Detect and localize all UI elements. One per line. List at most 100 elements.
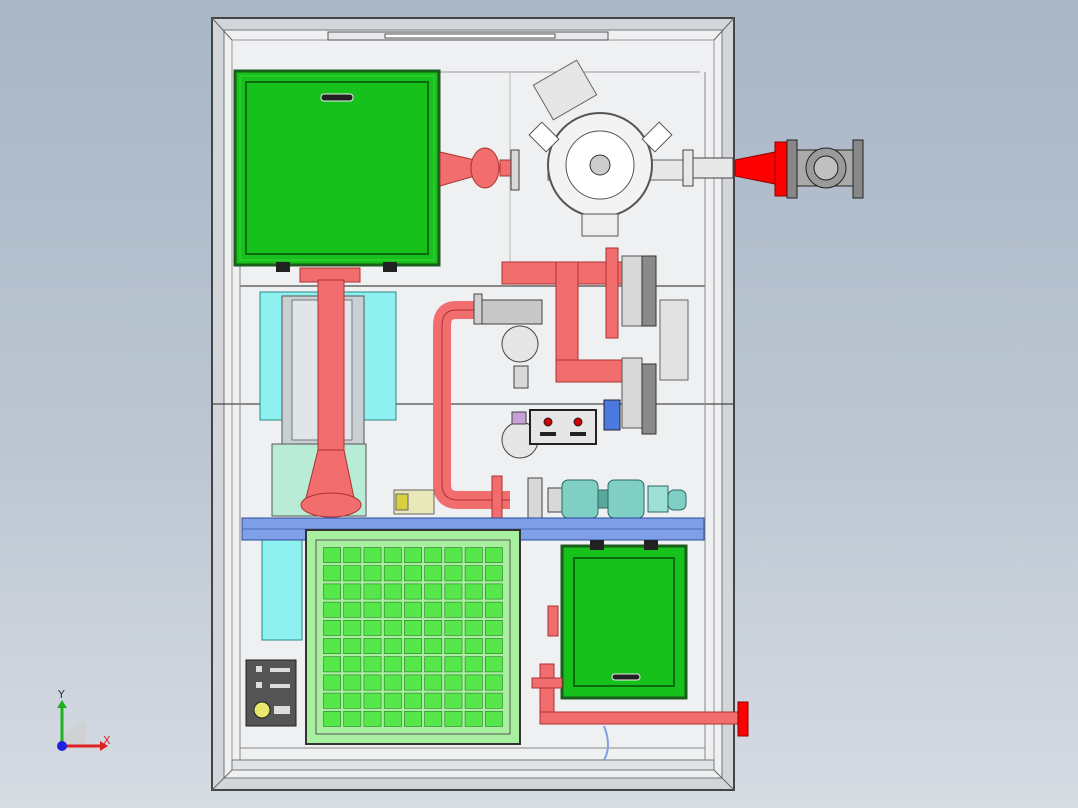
pressure-sensor <box>393 489 435 515</box>
cad-viewport[interactable] <box>0 0 1078 808</box>
indicator-panel[interactable] <box>245 659 297 727</box>
inlet-gate-valve[interactable] <box>786 139 864 199</box>
grille-cell <box>323 692 342 709</box>
grille-cell <box>343 638 362 654</box>
grille-cell <box>363 547 382 563</box>
grille-cell <box>363 638 382 654</box>
grille-cell <box>404 710 422 727</box>
grille-cell <box>343 565 362 582</box>
grille-cell <box>404 692 422 709</box>
grille-cell <box>404 583 422 600</box>
grille-cell <box>323 656 342 673</box>
grille-cell <box>323 710 342 727</box>
grille-cell <box>444 638 463 654</box>
x-axis-label: X <box>103 734 111 747</box>
grille-cell <box>404 674 422 691</box>
control-plate[interactable] <box>529 409 597 445</box>
grille-cell <box>363 619 382 636</box>
grille-cell <box>464 565 483 582</box>
grille-cell <box>424 692 443 709</box>
grille-cell <box>404 656 422 673</box>
grille-cell <box>484 692 503 709</box>
grille-cell <box>484 601 503 618</box>
grille-cell <box>444 710 463 727</box>
grille-cell <box>424 565 443 582</box>
grille-cell <box>343 619 362 636</box>
grille-cell <box>464 656 483 673</box>
grille-cell <box>444 692 463 709</box>
grille-cell <box>464 674 483 691</box>
grille-cell <box>383 674 402 691</box>
grille-cell <box>424 547 443 563</box>
upper-electrical-enclosure[interactable] <box>233 69 441 272</box>
grille-cell <box>383 638 402 654</box>
grille-cell <box>363 601 382 618</box>
grille-cell <box>323 547 342 563</box>
grille-cell <box>424 619 443 636</box>
grille-cell <box>323 674 342 691</box>
grille-cell <box>484 547 503 563</box>
grille-cell <box>464 619 483 636</box>
grille-cell <box>464 601 483 618</box>
grille-cell <box>404 601 422 618</box>
grille-cell <box>383 619 402 636</box>
grille-cell <box>363 692 382 709</box>
grille-cell <box>363 565 382 582</box>
grille-cell <box>383 565 402 582</box>
grille-cell <box>383 710 402 727</box>
grille-cell <box>464 692 483 709</box>
grille-cell <box>444 656 463 673</box>
grille-cell <box>404 565 422 582</box>
grille-cell <box>363 656 382 673</box>
grille-cell <box>464 547 483 563</box>
grille-cell <box>383 583 402 600</box>
grille-cell <box>484 619 503 636</box>
ventilation-grille <box>305 529 521 745</box>
grille-cell <box>484 565 503 582</box>
grille-cell <box>343 692 362 709</box>
grille-cell <box>484 583 503 600</box>
grille-cell <box>323 601 342 618</box>
grille-cell <box>484 710 503 727</box>
grille-cell <box>424 656 443 673</box>
grille-cell <box>343 710 362 727</box>
lower-electrical-enclosure[interactable] <box>560 540 688 700</box>
grille-cell <box>464 583 483 600</box>
grille-cell <box>343 674 362 691</box>
grille-cell <box>343 547 362 563</box>
grille-cell <box>404 638 422 654</box>
grille-cell <box>323 583 342 600</box>
grille-cell <box>404 619 422 636</box>
y-axis-label: Y <box>58 688 65 701</box>
grille-cell <box>343 583 362 600</box>
grille-cell <box>383 601 402 618</box>
grille-cell <box>424 638 443 654</box>
grille-cell <box>363 674 382 691</box>
grille-cell <box>343 601 362 618</box>
z-axis-dot <box>57 741 67 751</box>
grille-cell <box>363 583 382 600</box>
grille-cell <box>484 674 503 691</box>
grille-cell <box>484 638 503 654</box>
grille-cell <box>323 565 342 582</box>
grille-cell <box>383 656 402 673</box>
grille-cell <box>444 565 463 582</box>
grille-cell <box>444 619 463 636</box>
grille-cell <box>383 692 402 709</box>
grille-cell <box>484 656 503 673</box>
grille-cell <box>444 583 463 600</box>
grille-cell <box>424 674 443 691</box>
grille-cell <box>383 547 402 563</box>
grille-cell <box>444 601 463 618</box>
grille-cell <box>323 619 342 636</box>
grille-cell <box>464 638 483 654</box>
grille-cell <box>343 656 362 673</box>
grille-cell <box>444 547 463 563</box>
grille-cell <box>424 710 443 727</box>
axis-triad <box>57 700 108 751</box>
grille-cell <box>424 601 443 618</box>
grille-cell <box>363 710 382 727</box>
grille-cell <box>444 674 463 691</box>
grille-cell <box>323 638 342 654</box>
grille-cell <box>464 710 483 727</box>
